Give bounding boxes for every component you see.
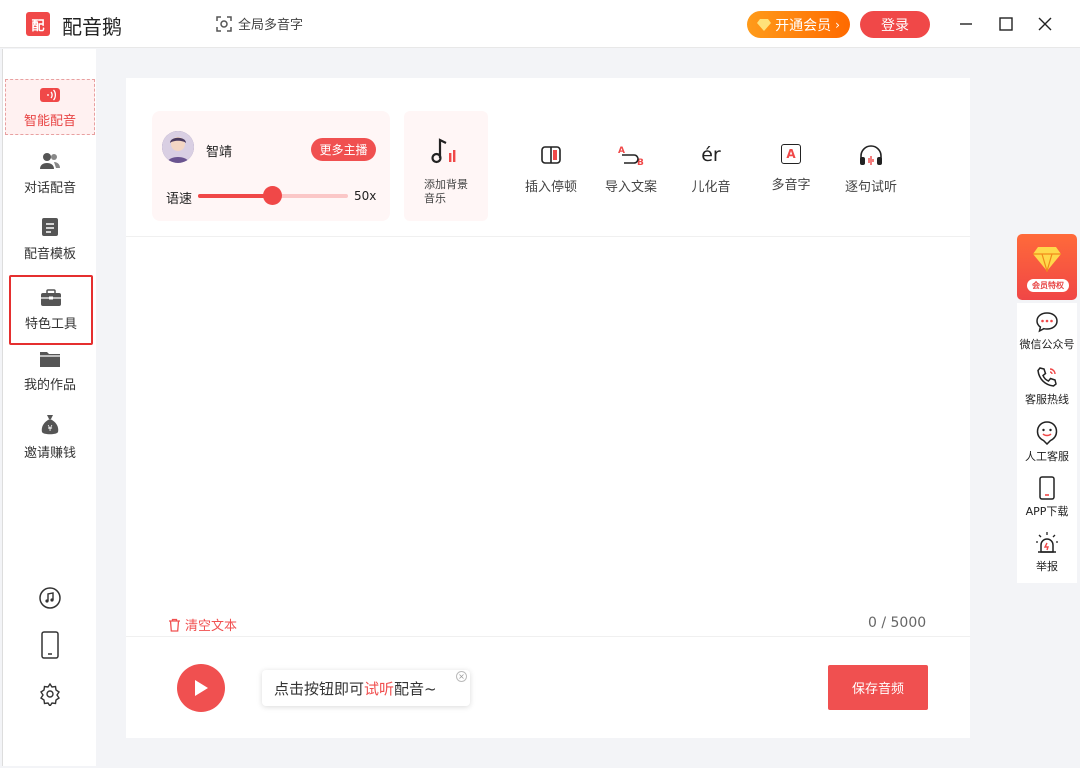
rail-item-label: 人工客服 [1025,450,1069,463]
gear-icon[interactable] [37,681,63,707]
play-icon [195,680,208,696]
folder-icon [40,351,60,367]
toolbox-icon [41,288,61,306]
add-background-music-label: 添加背景音乐 [424,178,468,205]
sentence-preview-label: 逐句试听 [844,180,897,195]
users-icon [40,152,60,169]
alarm-icon [1036,532,1058,553]
vip-privilege-label: 会员特权 [1027,279,1069,292]
sidebar-item-label: 智能配音 [23,113,76,129]
erhua-button[interactable]: ér 儿化音 [676,144,746,195]
rail-item-app-download[interactable]: APP下载 [1012,476,1080,519]
rail-item-label: 微信公众号 [1019,338,1075,351]
svg-text:¥: ¥ [47,424,52,433]
mobile-icon [1039,476,1055,500]
app-logo: 配 [26,12,50,36]
text-editor[interactable] [140,246,956,606]
rail-item-report[interactable]: 举报 [1012,531,1080,574]
rail-item-label: 客服热线 [1025,393,1069,406]
preview-hint-tooltip: 点击按钮即可 试听 配音~ [262,670,470,706]
mobile-icon[interactable] [37,631,63,659]
rail-item-label: APP下载 [1025,505,1069,518]
minimize-icon[interactable] [956,14,976,34]
clear-text-button[interactable]: 清空文本 [168,615,237,634]
insert-pause-button[interactable]: 插入停顿 [516,144,586,195]
play-button[interactable] [177,664,225,712]
voice-name: 智靖 [206,145,233,160]
speed-slider-handle[interactable] [263,186,282,205]
sidebar-item-label: 邀请赚钱 [23,445,76,461]
speed-label: 语速 [166,192,193,207]
vip-label: 开通会员 [775,17,832,34]
save-audio-button[interactable]: 保存音频 [828,665,928,710]
more-voices-button[interactable]: 更多主播 [311,138,376,161]
sidebar-item-dialogue-dubbing[interactable]: 对话配音 [5,145,95,201]
vip-button[interactable]: 开通会员 › [747,11,850,38]
polyphonic-icon: A [781,144,801,164]
rail-item-live-support[interactable]: 人工客服 [1012,421,1080,464]
rail-item-wechat[interactable]: 微信公众号 [1012,311,1080,352]
chevron-right-icon: › [835,17,840,32]
hint-suffix: 配音~ [394,679,437,698]
close-icon[interactable] [1035,14,1055,34]
erhua-label: 儿化音 [691,180,731,195]
polyphonic-label: 多音字 [771,178,811,193]
sidebar-item-label: 特色工具 [24,316,77,332]
sidebar-item-invite-earn[interactable]: ¥ 邀请赚钱 [5,409,95,465]
voice-wave-icon [40,87,60,102]
trash-icon [169,618,180,632]
sidebar-item-label: 对话配音 [23,180,76,196]
scan-icon [216,15,232,32]
import-text-button[interactable]: AB 导入文案 [596,144,666,195]
sentence-preview-button[interactable]: 逐句试听 [836,144,906,195]
music-note-circle-icon[interactable] [37,585,63,611]
hint-prefix: 点击按钮即可 [274,679,365,698]
erhua-icon: ér [701,144,721,166]
chat-bubble-icon [1036,312,1058,333]
sidebar-item-label: 我的作品 [23,377,76,393]
sidebar: 智能配音 对话配音 配音模板 特色工具 我的作品 ¥ 邀请赚钱 [2,49,96,766]
headphones-icon [860,145,882,165]
phone-icon [1037,367,1057,387]
toolbar-divider [126,236,970,237]
pause-bracket-icon [541,146,561,164]
diamond-icon [1033,247,1061,272]
avatar[interactable] [162,131,194,163]
ab-convert-icon: AB [618,146,644,166]
maximize-icon[interactable] [996,14,1016,34]
sidebar-item-special-tools[interactable]: 特色工具 [9,275,93,345]
footer-divider [126,636,970,637]
sidebar-item-label: 配音模板 [23,246,76,262]
rail-item-label: 举报 [1036,560,1058,573]
login-button[interactable]: 登录 [860,11,930,38]
smile-bubble-icon [1036,421,1058,445]
document-icon [42,217,58,236]
polyphonic-button[interactable]: A 多音字 [756,144,826,193]
sidebar-item-my-works[interactable]: 我的作品 [5,343,95,399]
global-multi-char-button[interactable]: 全局多音字 [216,14,303,33]
hint-close-icon[interactable]: × [456,671,467,682]
sidebar-item-dubbing-template[interactable]: 配音模板 [5,211,95,267]
money-bag-icon: ¥ [41,414,59,434]
speed-slider-fill [198,194,273,198]
insert-pause-label: 插入停顿 [524,180,577,195]
speed-value: 50x [354,189,377,203]
hint-highlight: 试听 [364,679,395,698]
char-counter: 0 / 5000 [868,615,927,631]
global-multi-char-label: 全局多音字 [238,18,304,33]
sidebar-item-smart-dubbing[interactable]: 智能配音 [5,79,95,135]
rail-item-hotline[interactable]: 客服热线 [1012,366,1080,407]
diamond-icon [757,18,772,31]
app-title: 配音鹅 [62,15,122,39]
app-logo-text: 配 [31,18,45,34]
music-note-icon [430,136,460,170]
clear-text-label: 清空文本 [185,619,238,634]
import-text-label: 导入文案 [604,180,657,195]
